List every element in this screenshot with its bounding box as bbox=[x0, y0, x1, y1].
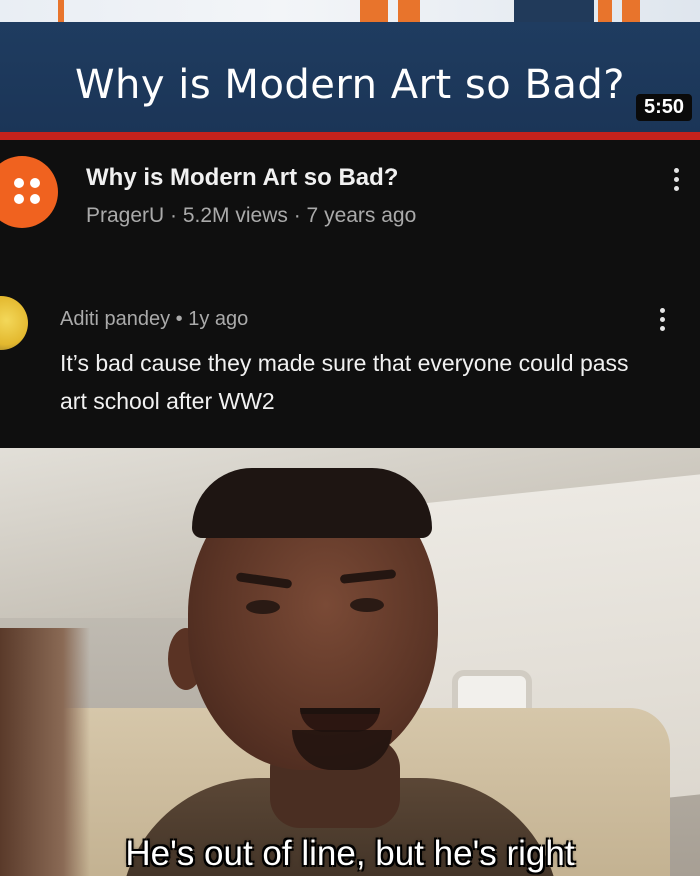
commenter-avatar[interactable] bbox=[0, 296, 28, 350]
person-hair bbox=[192, 468, 432, 538]
more-vert-icon[interactable] bbox=[672, 168, 680, 198]
meme-image: He's out of line, but he's right bbox=[0, 448, 700, 876]
comment-row: Aditi pandey • 1y ago It’s bad cause the… bbox=[0, 270, 700, 448]
person-mouth bbox=[300, 708, 380, 732]
right-eye bbox=[350, 598, 384, 612]
thumbnail-title: Why is Modern Art so Bad? bbox=[74, 62, 626, 108]
video-title[interactable]: Why is Modern Art so Bad? bbox=[86, 164, 398, 192]
video-meta: PragerU · 5.2M views · 7 years ago bbox=[86, 204, 417, 227]
video-thumbnail[interactable]: Why is Modern Art so Bad? 5:50 bbox=[0, 0, 700, 140]
video-info-row: Why is Modern Art so Bad? PragerU · 5.2M… bbox=[0, 140, 700, 270]
meme-caption: He's out of line, but he's right bbox=[125, 834, 575, 873]
progress-bar bbox=[0, 132, 700, 140]
duration-badge: 5:50 bbox=[635, 94, 692, 121]
comment-author[interactable]: Aditi pandey • 1y ago bbox=[60, 308, 248, 331]
left-eye bbox=[246, 600, 280, 614]
more-vert-icon[interactable] bbox=[658, 308, 666, 338]
channel-avatar[interactable] bbox=[0, 156, 58, 228]
thumbnail-graphic-strip bbox=[0, 0, 700, 22]
comment-text: It’s bad cause they made sure that every… bbox=[60, 350, 629, 414]
